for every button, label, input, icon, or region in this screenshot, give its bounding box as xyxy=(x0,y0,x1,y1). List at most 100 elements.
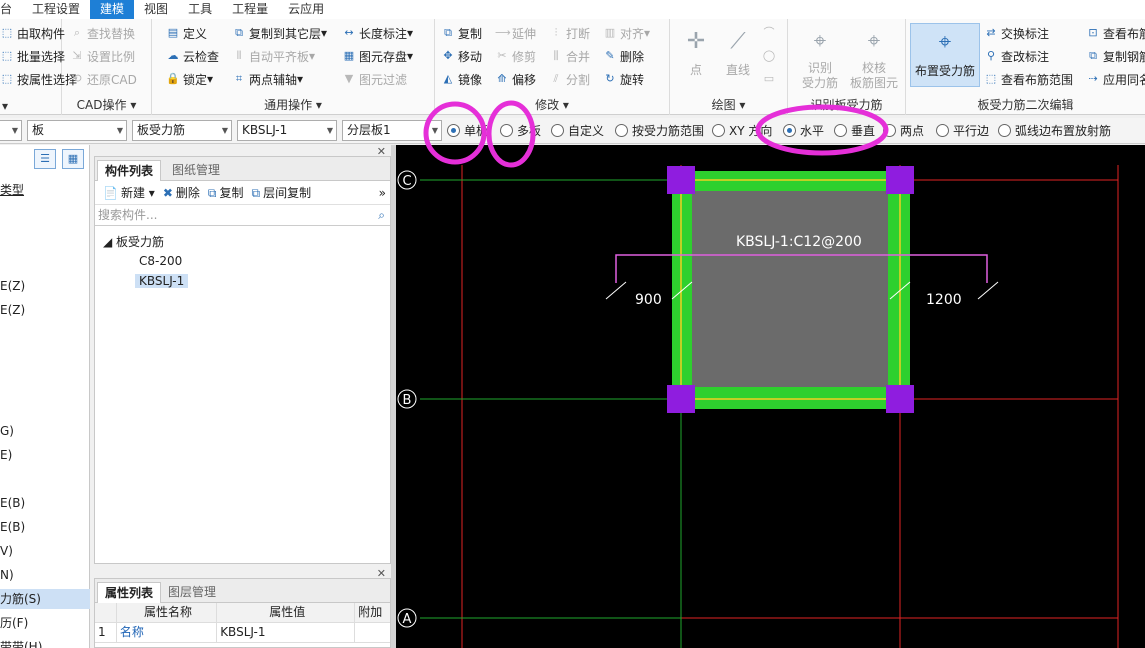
tree-root[interactable]: ◢ 板受力筋 xyxy=(103,233,164,250)
menu-item-5[interactable]: 工程量 xyxy=(222,0,278,19)
property-value[interactable]: KBSLJ-1 xyxy=(217,623,356,642)
identify-rebar-button[interactable]: ⌖ 识别 受力筋 xyxy=(794,27,846,91)
radio-dot[interactable] xyxy=(447,124,460,137)
menu-item-4[interactable]: 工具 xyxy=(178,0,222,19)
common-group-title[interactable]: 通用操作 ▾ xyxy=(152,96,434,113)
copy-button[interactable]: ⧉ 复制 xyxy=(441,23,482,43)
radio-option-7[interactable]: 两点 xyxy=(883,122,924,139)
radio-dot[interactable] xyxy=(883,124,896,137)
radio-dot[interactable] xyxy=(783,124,796,137)
radio-dot[interactable] xyxy=(712,124,725,137)
nav-item-9[interactable]: 力筋(S) xyxy=(0,589,90,609)
slab[interactable] xyxy=(692,191,888,387)
copy-rebar-button[interactable]: ⧉复制钢筋 xyxy=(1086,46,1145,66)
select-group-title[interactable]: ▾ xyxy=(0,99,61,113)
nav-item-5[interactable]: E(B) xyxy=(0,493,25,513)
copy-to-floor-button[interactable]: ⧉ 复制到其它层 ▾ xyxy=(232,23,327,43)
two-point-axis-button[interactable]: ⌗ 两点辅轴 ▾ xyxy=(232,69,303,89)
auto-align-slab-button[interactable]: ⫴ 自动平齐板 ▾ xyxy=(232,46,315,66)
extend-button[interactable]: ⟶ 延伸 xyxy=(495,23,536,43)
circle-draw-button[interactable]: ◯ xyxy=(762,46,779,66)
column-br[interactable] xyxy=(886,385,914,413)
radio-option-4[interactable]: XY 方向 xyxy=(712,122,772,139)
cloud-check-button[interactable]: ☁ 云检查 xyxy=(166,46,220,66)
radio-dot[interactable] xyxy=(615,124,628,137)
tab-drawing-management[interactable]: 图纸管理 xyxy=(165,160,227,181)
apply-same-name-button[interactable]: ⇢应用同名 xyxy=(1086,69,1145,89)
batch-select-button[interactable]: ⬚ 批量选择 xyxy=(0,46,65,66)
menu-item-1[interactable]: 工程设置 xyxy=(22,0,90,19)
delete-component-button[interactable]: ✖ 删除 xyxy=(163,184,200,201)
copy-component-button[interactable]: ⧉ 复制 xyxy=(208,184,244,201)
column-tr[interactable] xyxy=(886,166,914,194)
delete-button[interactable]: ✎ 删除 xyxy=(603,46,644,66)
point-draw-button[interactable]: ✛ 点 xyxy=(678,27,714,78)
cad-group-title[interactable]: CAD操作 ▾ xyxy=(62,96,151,113)
close-icon[interactable]: ✕ xyxy=(377,567,386,580)
offset-button[interactable]: ⟰ 偏移 xyxy=(495,69,536,89)
tab-layer-management[interactable]: 图层管理 xyxy=(161,582,223,603)
trim-button[interactable]: ✂ 修剪 xyxy=(495,46,536,66)
floor-combo[interactable]: ▼ xyxy=(0,120,22,141)
column-bl[interactable] xyxy=(667,385,695,413)
menu-item-6[interactable]: 云应用 xyxy=(278,0,334,19)
close-icon[interactable]: ✕ xyxy=(377,145,386,158)
nav-item-7[interactable]: V) xyxy=(0,541,13,561)
floor-copy-button[interactable]: ⧉ 层间复制 xyxy=(251,184,311,201)
lock-button[interactable]: 🔒 锁定 ▾ xyxy=(166,69,213,89)
edit-label-button[interactable]: ⚲ 查改标注 xyxy=(984,46,1049,66)
nav-item-1[interactable]: E(Z) xyxy=(0,276,25,296)
radio-option-5[interactable]: 水平 xyxy=(783,122,824,139)
nav-item-4[interactable]: E) xyxy=(0,445,12,465)
radio-option-1[interactable]: 多板 xyxy=(500,122,541,139)
find-replace-button[interactable]: ⌕ 查找替换 xyxy=(70,23,135,43)
radio-dot[interactable] xyxy=(936,124,949,137)
modify-group-title[interactable]: 修改 ▾ xyxy=(435,96,669,113)
swap-label-button[interactable]: ⇄ 交换标注 xyxy=(984,23,1049,43)
nav-item-0[interactable]: 类型 xyxy=(0,180,24,200)
restore-cad-button[interactable]: ⟲ 还原CAD xyxy=(70,69,136,89)
radio-dot[interactable] xyxy=(551,124,564,137)
view-range-button[interactable]: ⬚ 查看布筋范围 xyxy=(984,69,1073,89)
define-button[interactable]: ▤ 定义 xyxy=(166,23,207,43)
move-button[interactable]: ✥ 移动 xyxy=(441,46,482,66)
menu-item-2[interactable]: 建模 xyxy=(90,0,135,19)
component-combo[interactable]: KBSLJ-1 ▼ xyxy=(237,120,337,141)
radio-option-0[interactable]: 单板 xyxy=(447,122,488,139)
rotate-button[interactable]: ↻ 旋转 xyxy=(603,69,644,89)
nav-item-11[interactable]: 带带(H) xyxy=(0,637,42,648)
tree-item-kbslj-1[interactable]: KBSLJ-1 xyxy=(135,274,189,288)
list-view-icon[interactable]: ☰ xyxy=(34,149,56,169)
more-icon[interactable]: » xyxy=(379,186,386,200)
menu-item-0[interactable]: 台 xyxy=(0,0,22,19)
save-element-button[interactable]: ▦ 图元存盘 ▾ xyxy=(342,46,413,66)
line-draw-button[interactable]: ⟋ 直线 xyxy=(720,27,756,78)
mirror-button[interactable]: ◭ 镜像 xyxy=(441,69,482,89)
radio-dot[interactable] xyxy=(998,124,1011,137)
dim-left-label[interactable]: 900 xyxy=(635,292,662,308)
rect-draw-button[interactable]: ▭ xyxy=(762,69,779,89)
place-rebar-button[interactable]: ⌖ 布置受力筋 xyxy=(910,23,980,87)
draw-group-title[interactable]: 绘图 ▾ xyxy=(670,96,787,113)
split-button[interactable]: ⫽ 分割 xyxy=(549,69,590,89)
radio-dot[interactable] xyxy=(500,124,513,137)
align-button[interactable]: ▥ 对齐 ▾ xyxy=(603,23,650,43)
layer-combo[interactable]: 分层板1 ▼ xyxy=(342,120,442,141)
check-rebar-button[interactable]: ⌖ 校核 板筋图元 xyxy=(846,27,902,91)
dim-right-label[interactable]: 1200 xyxy=(926,292,962,308)
radio-dot[interactable] xyxy=(834,124,847,137)
nav-item-2[interactable]: E(Z) xyxy=(0,300,25,320)
search-icon[interactable]: ⌕ xyxy=(378,206,385,225)
nav-item-8[interactable]: N) xyxy=(0,565,14,585)
column-tl[interactable] xyxy=(667,166,695,194)
tab-property-list[interactable]: 属性列表 xyxy=(97,582,162,603)
rebar-label[interactable]: KBSLJ-1:C12@200 xyxy=(736,234,862,250)
break-button[interactable]: ⫶ 打断 xyxy=(549,23,590,43)
type-combo[interactable]: 板受力筋 ▼ xyxy=(132,120,232,141)
category-combo[interactable]: 板 ▼ xyxy=(27,120,127,141)
arc-draw-button[interactable]: ⌒ xyxy=(762,23,779,43)
merge-button[interactable]: ⫼ 合并 xyxy=(549,46,590,66)
radio-option-6[interactable]: 垂直 xyxy=(834,122,875,139)
tab-component-list[interactable]: 构件列表 xyxy=(97,160,162,181)
nav-item-3[interactable]: G) xyxy=(0,421,14,441)
